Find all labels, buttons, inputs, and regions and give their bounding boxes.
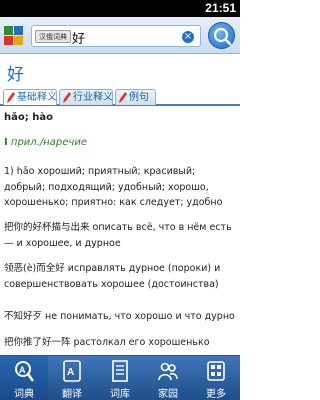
pencil-icon (119, 92, 127, 103)
dictionary-language-tag[interactable]: 汉俄词典 (35, 30, 71, 43)
svg-text:A: A (19, 365, 26, 375)
nav-wordbook[interactable]: 词库 (96, 356, 144, 400)
pos-marker: I (4, 137, 8, 148)
app-logo-icon (4, 26, 24, 46)
bottom-navigation: A 词典 A 翻译 词库 家园 更多 (0, 355, 240, 400)
pencil-icon (63, 92, 71, 103)
nav-more[interactable]: 更多 (192, 356, 240, 400)
example-paragraph: 把你的好杯描与出来 описать всё, что в нём есть — … (4, 222, 232, 249)
nav-dictionary[interactable]: A 词典 (0, 356, 48, 400)
example-paragraph: 不知好歹 не понимать, что хорошо и что дурно (4, 311, 235, 322)
pos-label: прил./наречие (10, 137, 87, 148)
nav-community[interactable]: 家园 (144, 356, 192, 400)
search-header: 汉俄词典 好 × (0, 17, 240, 54)
wordbook-icon (112, 360, 128, 382)
pencil-icon (7, 92, 15, 103)
search-icon (213, 27, 232, 46)
clear-icon[interactable]: × (182, 31, 194, 43)
search-query-text[interactable]: 好 (72, 28, 85, 47)
tab-basic-definition[interactable]: 基础释义 (3, 89, 57, 105)
example-paragraph: 领恶(è)而全好 исправлять дурное (пороки) и со… (4, 263, 221, 290)
part-of-speech: I прил./наречие (4, 137, 87, 148)
definition-tabs: 基础释义 行业释义 例句 (0, 88, 240, 106)
tab-example-sentences[interactable]: 例句 (115, 89, 156, 105)
community-icon (158, 362, 178, 381)
svg-text:A: A (67, 367, 74, 378)
pronunciation: hǎo; hào (4, 112, 53, 123)
status-time: 21:51 (205, 1, 236, 15)
headword-title: 好 (7, 65, 24, 85)
search-button[interactable] (208, 22, 235, 49)
definition-paragraph: 1) hǎo хороший; приятный; красивый; добр… (4, 166, 223, 208)
translate-icon: A (63, 360, 81, 382)
app-screen: 21:51 汉俄词典 好 × 好 基础释义 行业释义 例句 hǎo; hào I… (0, 0, 240, 400)
more-icon (207, 361, 225, 381)
dictionary-icon: A (15, 361, 34, 382)
search-input[interactable]: 汉俄词典 好 × (31, 25, 201, 47)
tab-industry-definition[interactable]: 行业释义 (59, 89, 113, 105)
nav-translate[interactable]: A 翻译 (48, 356, 96, 400)
status-bar: 21:51 (0, 0, 240, 17)
example-paragraph: 把你推了好一阵 растолкал его хорошенько (4, 337, 210, 348)
definition-content[interactable]: hǎo; hào I прил./наречие 1) hǎo хороший;… (0, 108, 240, 355)
